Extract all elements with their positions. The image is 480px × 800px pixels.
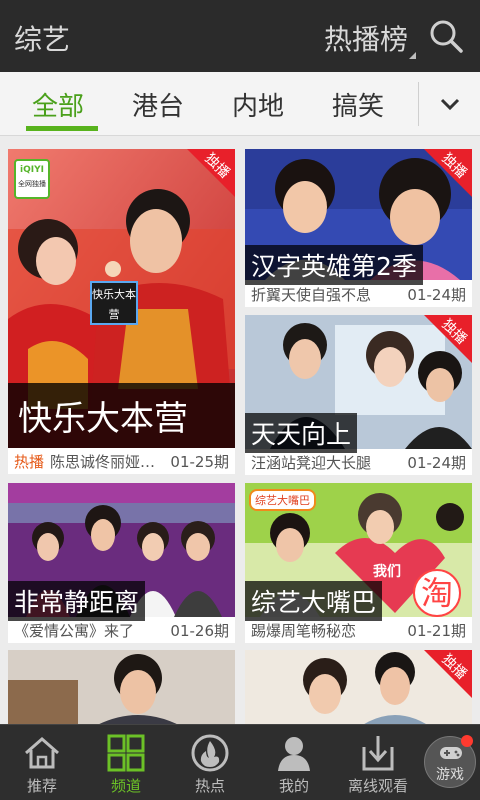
home-icon: [25, 737, 59, 769]
hot-rank-button[interactable]: 热播榜: [324, 18, 408, 58]
flame-icon: [191, 734, 229, 772]
show-episode: 01-26期: [170, 621, 229, 640]
show-episode: 01-24期: [407, 285, 466, 304]
show-grid: iQIYI 全网独播 快乐大本营 独播 快乐大本营 热播 陈思诚佟丽娅… 01-2…: [0, 137, 480, 730]
show-title: 汉字英雄第2季: [245, 245, 423, 285]
tab-mainland[interactable]: 内地: [232, 86, 284, 123]
show-card-big-mouth[interactable]: 综艺大嘴巴 我们 淘 综艺大嘴巴 踢爆周笔畅秘恋 01-21期: [245, 483, 472, 643]
show-desc: 《爱情公寓》来了: [14, 621, 135, 640]
nav-item-hot[interactable]: 热点: [168, 725, 252, 800]
tab-hk-tw[interactable]: 港台: [132, 86, 184, 123]
show-desc: 陈思诚佟丽娅: [50, 452, 141, 471]
show-meta: 汪涵站凳迎大长腿 01-24期: [245, 449, 472, 475]
app-root: 综艺 热播榜 全部 港台 内地 搞笑 iQIYI 全网独播 快乐大本营 独播 快…: [0, 0, 480, 800]
iqiyi-logo: iQIYI 全网独播: [14, 159, 50, 199]
show-desc: 汪涵站凳迎大长腿: [251, 453, 372, 472]
show-title: 快乐大本营: [8, 383, 235, 448]
nav-item-offline[interactable]: 离线观看: [336, 725, 420, 800]
show-card-partial-left[interactable]: [8, 650, 235, 730]
show-logo-sign: 综艺大嘴巴: [249, 489, 316, 511]
show-card-chinese-hero[interactable]: 独播 汉字英雄第2季 折翼天使自强不息 01-24期: [245, 149, 472, 307]
top-bar: 综艺 热播榜: [0, 0, 480, 72]
nav-item-channel[interactable]: 频道: [84, 725, 168, 800]
exclusive-badge: 独播: [410, 650, 472, 712]
show-meta: 折翼天使自强不息 01-24期: [245, 281, 472, 307]
show-card-day-day-up[interactable]: 独播 天天向上 汪涵站凳迎大长腿 01-24期: [245, 315, 472, 475]
notification-dot: [461, 735, 473, 747]
page-title: 综艺: [14, 23, 71, 56]
show-title: 非常静距离: [8, 581, 146, 621]
show-episode: 01-21期: [407, 621, 466, 640]
show-card-happy-camp[interactable]: iQIYI 全网独播 快乐大本营 独播 快乐大本营 热播 陈思诚佟丽娅… 01-2…: [8, 149, 235, 474]
show-card-partial-right[interactable]: 独播: [245, 650, 472, 730]
show-title: 天天向上: [245, 413, 358, 453]
tab-funny[interactable]: 搞笑: [332, 86, 384, 123]
rank-menu-corner-icon: [409, 52, 416, 59]
show-meta: 《爱情公寓》来了 01-26期: [8, 617, 235, 643]
nav-label: 离线观看: [347, 777, 408, 795]
show-desc: 折翼天使自强不息: [251, 285, 372, 304]
show-episode: 01-25期: [170, 452, 229, 471]
user-icon: [278, 737, 310, 771]
grid-icon: [107, 734, 145, 772]
show-meta: 踢爆周笔畅秘恋 01-21期: [245, 617, 472, 643]
show-logo-sign: 快乐大本营: [90, 281, 138, 325]
chevron-down-icon[interactable]: [434, 92, 466, 116]
hot-label: 热播: [14, 452, 45, 471]
game-label: 游戏: [436, 767, 464, 783]
show-card-close-distance[interactable]: 非常静距离 《爱情公寓》来了 01-26期: [8, 483, 235, 643]
game-button[interactable]: 游戏: [424, 735, 476, 788]
download-icon: [362, 736, 394, 771]
bottom-nav: 推荐 频道 热点 我的 离线观看: [0, 724, 480, 800]
show-title: 综艺大嘴巴: [245, 581, 383, 621]
active-tab-indicator: [26, 126, 98, 131]
nav-label: 热点: [194, 777, 225, 795]
show-desc: 踢爆周笔畅秘恋: [251, 621, 357, 640]
exclusive-badge: 独播: [410, 315, 472, 377]
show-thumbnail: [8, 650, 235, 730]
nav-item-mine[interactable]: 我的: [252, 725, 336, 800]
gamepad-icon: [440, 747, 462, 759]
nav-item-recommend[interactable]: 推荐: [0, 725, 84, 800]
nav-label: 频道: [110, 777, 141, 795]
taobao-promo-icon[interactable]: 淘: [413, 569, 461, 617]
heart-sign-text: 我们: [373, 564, 401, 580]
exclusive-badge: 独播: [173, 149, 235, 211]
tab-divider: [418, 82, 419, 126]
exclusive-badge: 独播: [410, 149, 472, 211]
nav-label: 我的: [278, 777, 309, 795]
nav-label: 推荐: [26, 777, 57, 795]
category-tabs: 全部 港台 内地 搞笑: [0, 72, 480, 136]
search-icon[interactable]: [428, 18, 464, 54]
tab-all[interactable]: 全部: [32, 86, 84, 123]
show-episode: 01-24期: [407, 453, 466, 472]
show-meta: 热播 陈思诚佟丽娅… 01-25期: [8, 448, 235, 474]
